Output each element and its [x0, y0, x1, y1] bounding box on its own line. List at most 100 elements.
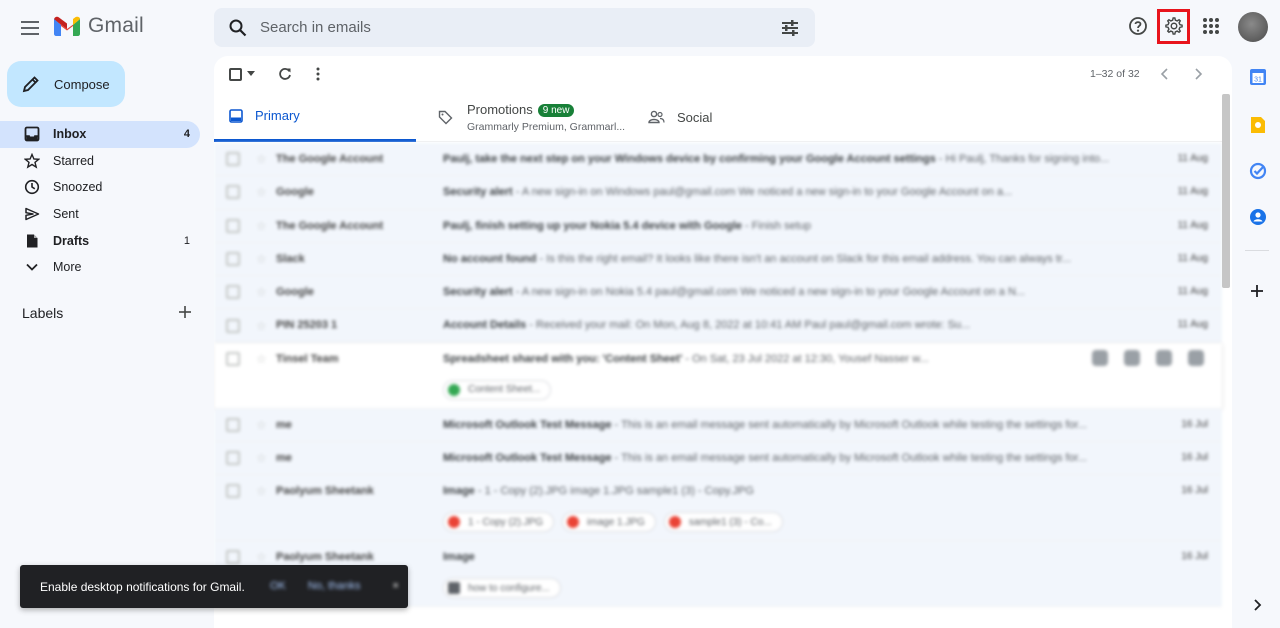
email-subject: Paulj, finish setting up your Nokia 5.4 … [443, 219, 742, 232]
sidebar-item-label: Drafts [53, 233, 90, 248]
table-row[interactable]: ☆ me Microsoft Outlook Test Message - This… [214, 408, 1222, 443]
no-thanks-button[interactable]: No, thanks [308, 580, 361, 592]
attachment-name: Content Sheet... [468, 384, 541, 396]
row-checkbox[interactable] [226, 318, 240, 333]
main-menu-icon[interactable] [19, 17, 41, 39]
attachment-chip[interactable]: sample1 (3) - Co... [663, 512, 783, 533]
table-row[interactable]: ☆ Paolyum Sheetank Image - 1 - Copy (2).JP… [214, 475, 1222, 542]
snackbar-message: Enable desktop notifications for Gmail. [40, 580, 245, 594]
sidebar-item-inbox[interactable]: Inbox 4 [0, 121, 200, 148]
delete-icon[interactable] [1124, 349, 1140, 366]
row-checkbox[interactable] [226, 252, 240, 267]
table-row[interactable]: ☆ The Google Account Paulj, finish setting… [214, 209, 1222, 243]
tab-primary[interactable]: Primary [214, 92, 416, 142]
email-snippet: This is an email message sent automatica… [621, 418, 1087, 431]
star-icon[interactable]: ☆ [256, 550, 267, 564]
table-row[interactable]: ☆ The Google Account Paulj, take the next … [214, 143, 1222, 177]
email-snippet: Is this the right email? It looks like t… [546, 252, 1072, 265]
mark-unread-icon[interactable] [1156, 349, 1172, 366]
search-input[interactable]: Search in emails [260, 19, 371, 36]
keep-icon[interactable] [1249, 116, 1267, 134]
table-row[interactable]: ☆ PIN 25203 1 Account Details - Received y… [214, 309, 1222, 343]
sidebar-nav: Inbox 4 Starred Snoozed Sent Drafts 1 Mo… [0, 121, 200, 281]
star-icon[interactable]: ☆ [256, 352, 267, 366]
archive-icon[interactable] [1092, 349, 1108, 366]
table-row[interactable]: ☆ Tinsel Team Spreadsheet shared with you:… [214, 342, 1222, 409]
star-icon[interactable]: ☆ [256, 484, 267, 498]
apps-button[interactable] [1197, 12, 1225, 40]
star-icon[interactable]: ☆ [256, 319, 267, 333]
image-icon [567, 516, 580, 529]
help-button[interactable] [1124, 12, 1152, 40]
expand-panel-icon[interactable] [1252, 599, 1262, 611]
refresh-icon[interactable] [278, 67, 292, 81]
add-label-icon[interactable] [177, 304, 193, 320]
email-date: 16 Jul [1181, 551, 1208, 563]
tab-promotions[interactable]: Promotions 9 new Grammarly Premium, Gramm… [438, 92, 625, 142]
star-icon[interactable]: ☆ [256, 152, 267, 166]
row-checkbox[interactable] [226, 185, 240, 200]
svg-text:31: 31 [1254, 77, 1262, 84]
select-dropdown-icon[interactable] [247, 71, 255, 77]
attachment-name: how to configure... [468, 582, 550, 594]
row-checkbox[interactable] [226, 484, 240, 499]
attachment-chip[interactable]: how to configure... [443, 578, 561, 599]
search-icon[interactable] [228, 18, 248, 38]
star-icon[interactable]: ☆ [256, 185, 267, 199]
close-icon[interactable]: × [393, 580, 399, 592]
row-checkbox[interactable] [226, 218, 240, 233]
table-row[interactable]: ☆ Google Security alert - A new sign-in on… [214, 176, 1222, 210]
select-all-checkbox[interactable] [229, 68, 242, 81]
star-icon[interactable]: ☆ [256, 219, 267, 233]
inbox-count: 4 [183, 128, 190, 141]
settings-button[interactable] [1160, 12, 1188, 40]
star-icon[interactable]: ☆ [256, 418, 267, 432]
snooze-icon[interactable] [1188, 349, 1204, 366]
email-date: 11 Aug [1177, 153, 1208, 164]
attachment-chip[interactable]: Content Sheet... [443, 379, 552, 400]
contacts-icon[interactable] [1249, 208, 1267, 226]
row-checkbox[interactable] [226, 550, 240, 565]
ok-button[interactable]: OK [270, 580, 286, 592]
prev-page-icon[interactable] [1160, 68, 1170, 80]
attachment-chip[interactable]: image 1.JPG [562, 512, 656, 533]
sidebar-item-snoozed[interactable]: Snoozed [0, 174, 200, 201]
add-addon-icon[interactable] [1250, 284, 1264, 298]
table-row[interactable]: ☆ Slack No account found - Is this the rig… [214, 242, 1222, 277]
email-date: 11 Aug [1177, 319, 1208, 331]
row-checkbox[interactable] [226, 285, 240, 300]
attachment-chip[interactable]: 1 - Copy (2).JPG [443, 512, 555, 533]
email-subject-line: Security alert - A new sign-in on Window… [443, 186, 1013, 199]
more-options-icon[interactable] [316, 67, 320, 81]
sidebar-item-more[interactable]: More [0, 254, 200, 281]
table-row[interactable]: ☆ Google Security alert - A new sign-in on… [214, 276, 1222, 310]
email-date: 16 Jul [1181, 452, 1208, 464]
calendar-icon[interactable]: 31 [1249, 68, 1267, 86]
row-checkbox[interactable] [226, 152, 240, 167]
row-checkbox[interactable] [226, 351, 240, 366]
star-icon [24, 152, 40, 169]
tab-social[interactable]: Social [648, 92, 712, 142]
sidebar-item-drafts[interactable]: Drafts 1 [0, 227, 200, 254]
star-icon[interactable]: ☆ [256, 451, 267, 465]
compose-button[interactable]: Compose [7, 61, 125, 107]
email-snippet: A new sign-in on Nokia 5.4 paul@gmail.co… [521, 286, 1026, 299]
tab-label: Promotions [467, 102, 533, 117]
account-avatar[interactable] [1238, 12, 1268, 42]
scrollbar-thumb[interactable] [1222, 94, 1230, 288]
search-bar[interactable]: Search in emails [214, 8, 815, 47]
gmail-logo[interactable]: Gmail [54, 14, 144, 38]
email-subject: Microsoft Outlook Test Message [443, 452, 612, 465]
star-icon[interactable]: ☆ [256, 285, 267, 299]
tasks-icon[interactable] [1249, 162, 1267, 180]
star-icon[interactable]: ☆ [256, 252, 267, 266]
next-page-icon[interactable] [1193, 68, 1203, 80]
table-row[interactable]: ☆ me Microsoft Outlook Test Message - This… [214, 442, 1222, 476]
sidebar-item-starred[interactable]: Starred [0, 148, 200, 175]
email-list: ☆ The Google Account Paulj, take the next … [214, 143, 1222, 608]
sidebar-item-sent[interactable]: Sent [0, 201, 200, 228]
search-options-icon[interactable] [780, 18, 800, 38]
row-checkbox[interactable] [226, 451, 240, 466]
email-subject-line: Microsoft Outlook Test Message - This is… [443, 452, 1087, 465]
row-checkbox[interactable] [226, 417, 240, 432]
